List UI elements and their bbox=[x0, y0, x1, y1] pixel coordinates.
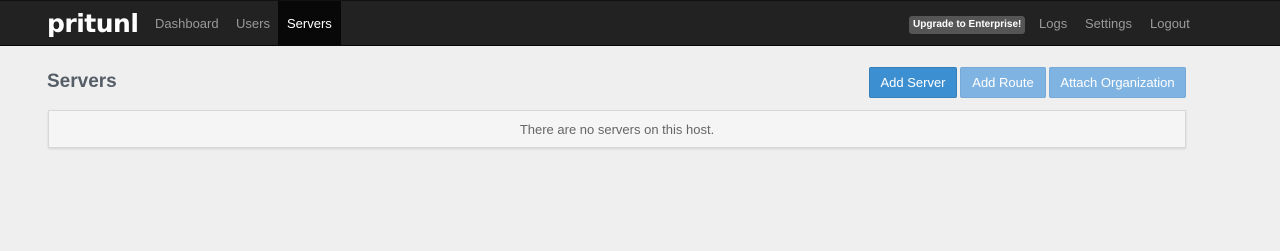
nav-servers[interactable]: Servers bbox=[278, 1, 341, 46]
nav-users[interactable]: Users bbox=[227, 1, 279, 46]
add-route-button[interactable]: Add Route bbox=[960, 67, 1046, 98]
attach-organization-button[interactable]: Attach Organization bbox=[1049, 67, 1186, 98]
servers-empty-panel: There are no servers on this host. bbox=[48, 110, 1186, 148]
nav-settings[interactable]: Settings bbox=[1076, 1, 1141, 46]
empty-servers-message: There are no servers on this host. bbox=[519, 122, 715, 137]
nav-logs[interactable]: Logs bbox=[1030, 1, 1076, 46]
page-title: Servers bbox=[47, 71, 117, 92]
upgrade-enterprise-badge[interactable]: Upgrade to Enterprise! bbox=[909, 16, 1026, 34]
add-server-button[interactable]: Add Server bbox=[869, 67, 957, 98]
brand-logo[interactable]: pritunl bbox=[47, 9, 139, 38]
top-navbar: pritunl Dashboard Users Servers Upgrade … bbox=[0, 0, 1280, 46]
nav-logout[interactable]: Logout bbox=[1141, 1, 1199, 46]
nav-dashboard[interactable]: Dashboard bbox=[146, 1, 228, 46]
